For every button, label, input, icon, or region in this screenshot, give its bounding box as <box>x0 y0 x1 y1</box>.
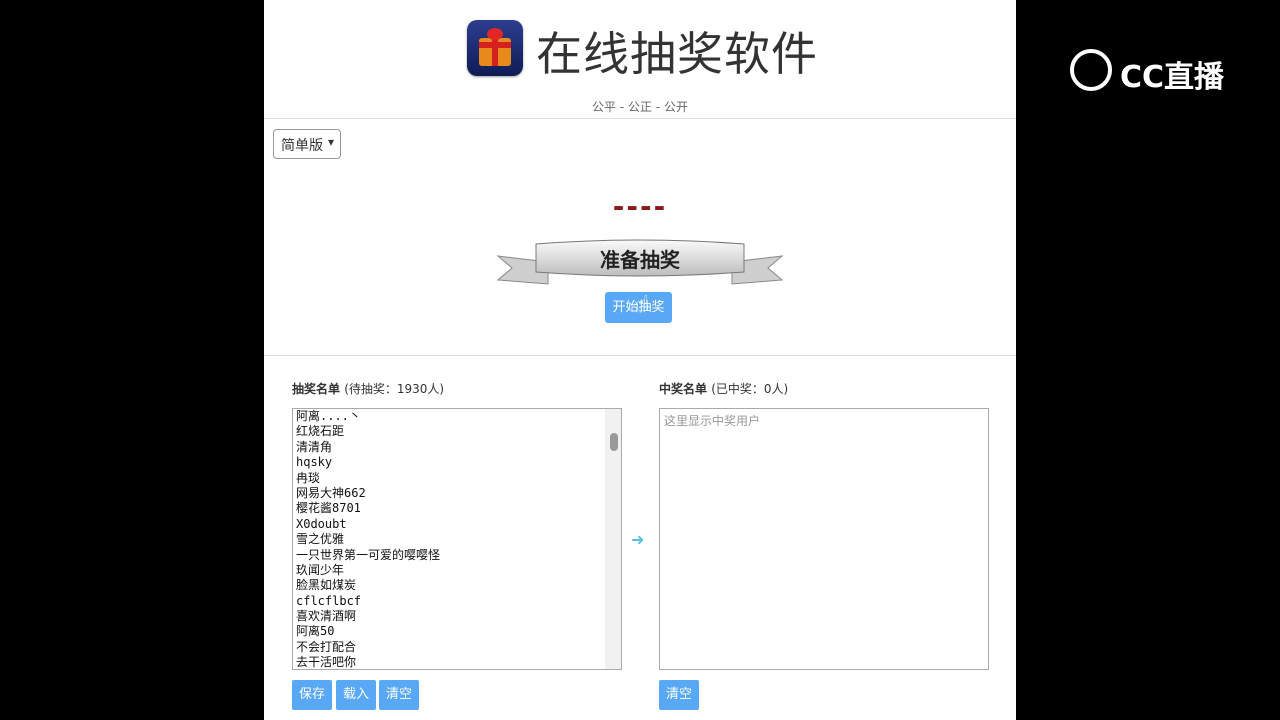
draw-result-display: ---- <box>612 190 668 223</box>
list-item: 脸黑如煤炭 <box>296 578 357 593</box>
chevron-down-icon: ▾ <box>327 135 334 149</box>
list-item: 樱花酱8701 <box>296 501 361 516</box>
section-divider <box>264 355 1016 356</box>
list-item: 玖闻少年 <box>296 562 345 577</box>
save-button[interactable]: 保存 <box>292 680 332 710</box>
winners-placeholder: 这里显示中奖用户 <box>664 414 761 428</box>
candidates-list[interactable]: 阿离....丶 红烧石距 清清角 hqsky 冉琰 网易大神662 樱花酱8701 X0dou… <box>292 408 622 670</box>
list-item: 清清角 <box>296 439 333 454</box>
winners-list[interactable]: 这里显示中奖用户 <box>659 408 989 670</box>
mode-select-value: 简单版 <box>281 138 323 154</box>
cc-logo-icon <box>1070 49 1112 91</box>
cc-live-watermark: CC直播 <box>1070 44 1240 95</box>
list-item: 冉琰 <box>296 470 321 485</box>
clear-candidates-button[interactable]: 清空 <box>379 680 419 710</box>
list-item: 网易大神662 <box>296 485 366 500</box>
list-item: 阿离50 <box>296 624 335 639</box>
page-title: 在线抽奖软件 <box>536 27 818 81</box>
list-item: 一只世界第一可爱的嘤嘤怪 <box>296 547 441 562</box>
arrow-right-icon: ➜ <box>631 530 645 549</box>
list-item: X0doubt <box>296 516 347 531</box>
clear-winners-button[interactable]: 清空 <box>659 680 699 710</box>
candidates-count: (待抽奖：1930人) <box>344 382 445 396</box>
winners-count: (已中奖：0人) <box>711 382 789 396</box>
load-button[interactable]: 载入 <box>336 680 376 710</box>
list-item: hqsky <box>296 455 333 470</box>
scrollbar[interactable] <box>605 409 621 669</box>
list-item: cflcflbcf <box>296 593 362 608</box>
winners-heading: 中奖名单 (已中奖：0人) <box>659 382 789 396</box>
ribbon-banner-label: 准备抽奖 <box>600 248 680 272</box>
hand-cursor-icon: ☝ <box>636 292 650 317</box>
list-item: 不会打配合 <box>296 639 357 654</box>
candidates-heading: 抽奖名单 (待抽奖：1930人) <box>292 382 445 396</box>
list-item: 红烧石距 <box>296 424 345 439</box>
gift-logo-icon <box>467 20 523 76</box>
list-item: 去干活吧你 <box>296 655 357 670</box>
list-item: 喜欢清酒啊 <box>296 609 357 624</box>
mode-select[interactable]: 简单版 ▾ <box>273 129 341 159</box>
list-item: 雪之优雅 <box>296 532 345 547</box>
header: 在线抽奖软件 公平 - 公正 - 公开 <box>264 0 1016 119</box>
page-subtitle: 公平 - 公正 - 公开 <box>592 100 688 114</box>
app-page: 在线抽奖软件 公平 - 公正 - 公开 简单版 ▾ ---- 准备抽奖 开始抽奖… <box>264 0 1016 720</box>
list-item: 阿离....丶 <box>296 409 361 423</box>
